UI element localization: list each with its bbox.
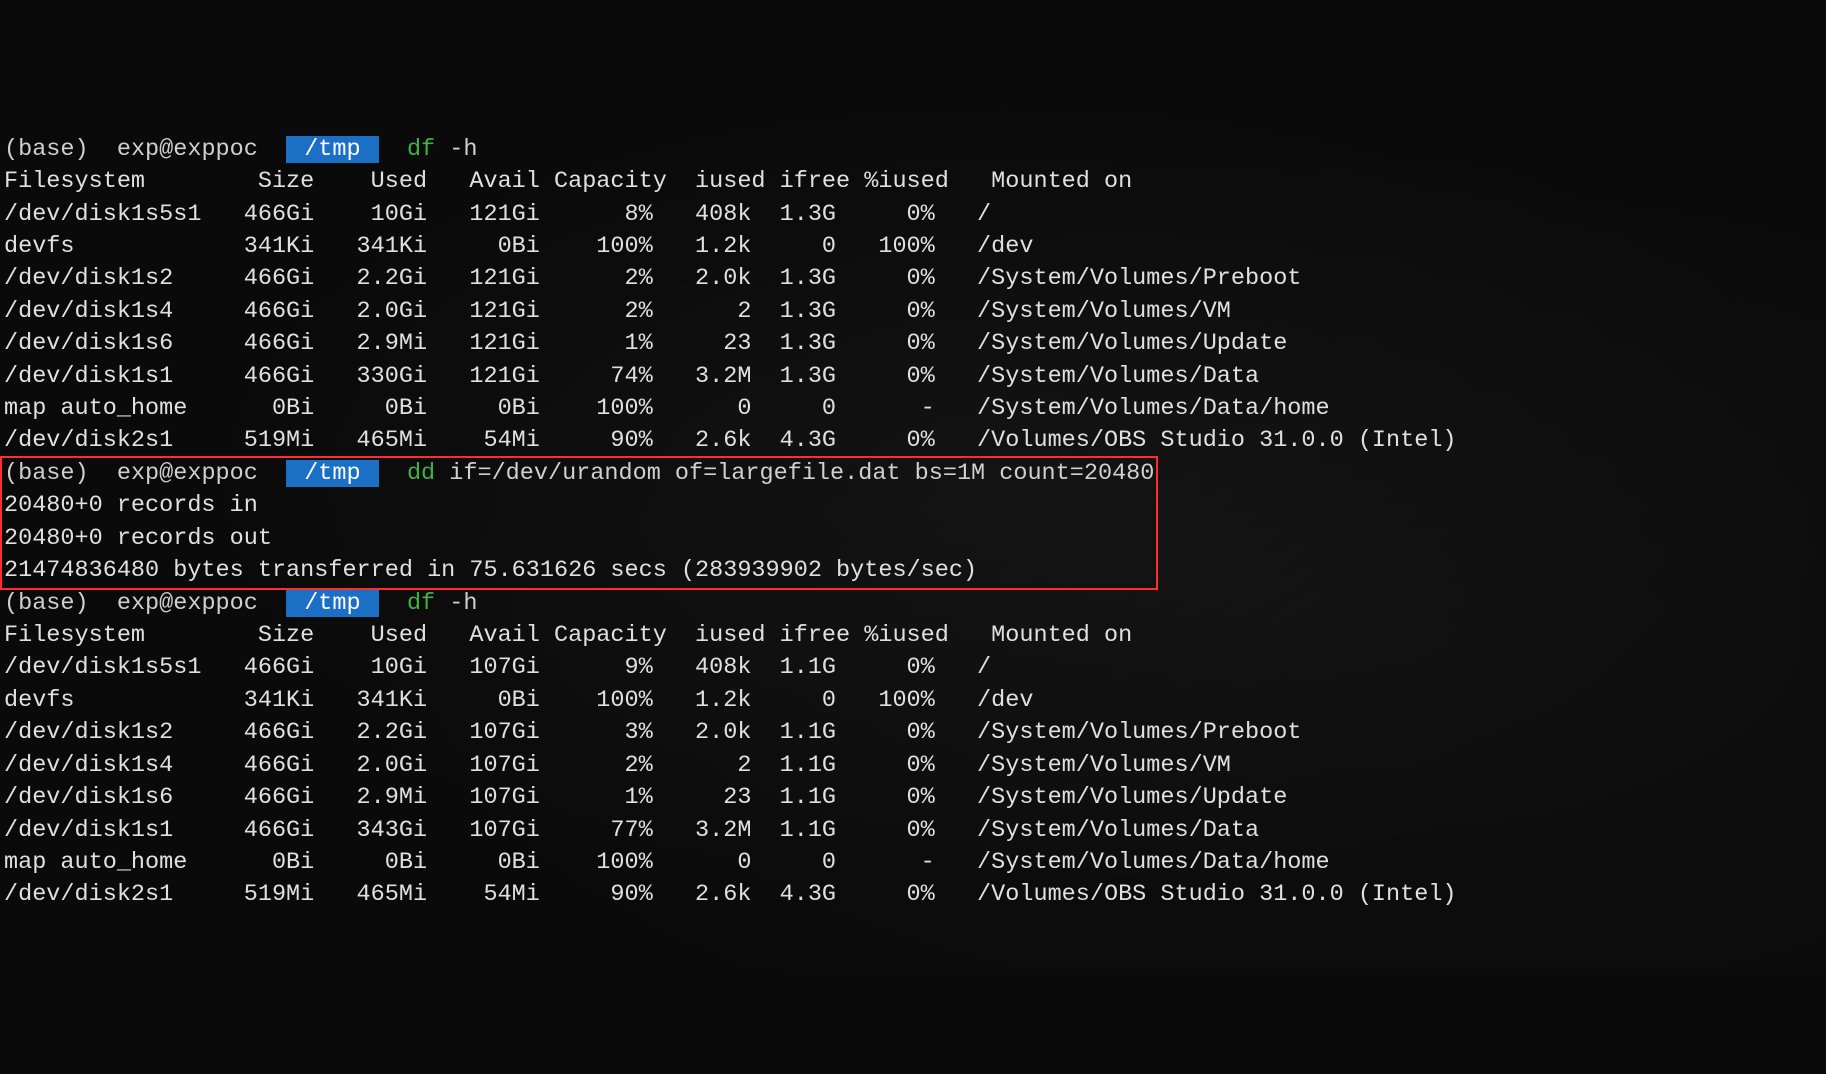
command-name: dd xyxy=(407,460,435,487)
df-row: /dev/disk1s5s1 466Gi 10Gi 107Gi 9% 408k … xyxy=(4,652,1822,684)
prompt-user: exp@exppoc xyxy=(117,590,258,617)
prompt-user: exp@exppoc xyxy=(117,136,258,163)
command-args: -h xyxy=(449,136,477,163)
dd-output: 21474836480 bytes transferred in 75.6316… xyxy=(4,555,1154,587)
df-row: /dev/disk1s6 466Gi 2.9Mi 107Gi 1% 23 1.1… xyxy=(4,782,1822,814)
command-args: -h xyxy=(449,590,477,617)
prompt-env: (base) xyxy=(4,590,89,617)
command-name: df xyxy=(407,590,435,617)
df-row: map auto_home 0Bi 0Bi 0Bi 100% 0 0 - /Sy… xyxy=(4,847,1822,879)
highlight-box: (base) exp@exppoc /tmp dd if=/dev/urando… xyxy=(0,456,1158,590)
df-row: /dev/disk1s4 466Gi 2.0Gi 121Gi 2% 2 1.3G… xyxy=(4,296,1822,328)
df-row: /dev/disk1s4 466Gi 2.0Gi 107Gi 2% 2 1.1G… xyxy=(4,750,1822,782)
df-header: Filesystem Size Used Avail Capacity iuse… xyxy=(4,166,1822,198)
df-row: /dev/disk1s2 466Gi 2.2Gi 107Gi 3% 2.0k 1… xyxy=(4,717,1822,749)
prompt-line[interactable]: (base) exp@exppoc /tmp df -h xyxy=(4,134,1822,166)
dd-output: 20480+0 records out xyxy=(4,523,1154,555)
df-row: /dev/disk1s1 466Gi 343Gi 107Gi 77% 3.2M … xyxy=(4,815,1822,847)
df-header: Filesystem Size Used Avail Capacity iuse… xyxy=(4,620,1822,652)
command-name: df xyxy=(407,136,435,163)
df-row: devfs 341Ki 341Ki 0Bi 100% 1.2k 0 100% /… xyxy=(4,685,1822,717)
prompt-line[interactable]: (base) exp@exppoc /tmp dd if=/dev/urando… xyxy=(4,458,1154,490)
prompt-env: (base) xyxy=(4,136,89,163)
df-row: map auto_home 0Bi 0Bi 0Bi 100% 0 0 - /Sy… xyxy=(4,393,1822,425)
prompt-path: /tmp xyxy=(286,590,379,617)
command-args: if=/dev/urandom of=largefile.dat bs=1M c… xyxy=(449,460,1154,487)
prompt-user: exp@exppoc xyxy=(117,460,258,487)
df-row: /dev/disk1s6 466Gi 2.9Mi 121Gi 1% 23 1.3… xyxy=(4,328,1822,360)
df-row: /dev/disk1s5s1 466Gi 10Gi 121Gi 8% 408k … xyxy=(4,199,1822,231)
df-row: /dev/disk1s1 466Gi 330Gi 121Gi 74% 3.2M … xyxy=(4,361,1822,393)
terminal-output[interactable]: (base) exp@exppoc /tmp df -hFilesystem S… xyxy=(4,134,1822,912)
df-row: /dev/disk2s1 519Mi 465Mi 54Mi 90% 2.6k 4… xyxy=(4,425,1822,457)
df-row: devfs 341Ki 341Ki 0Bi 100% 1.2k 0 100% /… xyxy=(4,231,1822,263)
df-row: /dev/disk1s2 466Gi 2.2Gi 121Gi 2% 2.0k 1… xyxy=(4,263,1822,295)
prompt-path: /tmp xyxy=(286,460,379,487)
dd-output: 20480+0 records in xyxy=(4,490,1154,522)
prompt-line[interactable]: (base) exp@exppoc /tmp df -h xyxy=(4,588,1822,620)
prompt-path: /tmp xyxy=(286,136,379,163)
prompt-env: (base) xyxy=(4,460,89,487)
df-row: /dev/disk2s1 519Mi 465Mi 54Mi 90% 2.6k 4… xyxy=(4,879,1822,911)
